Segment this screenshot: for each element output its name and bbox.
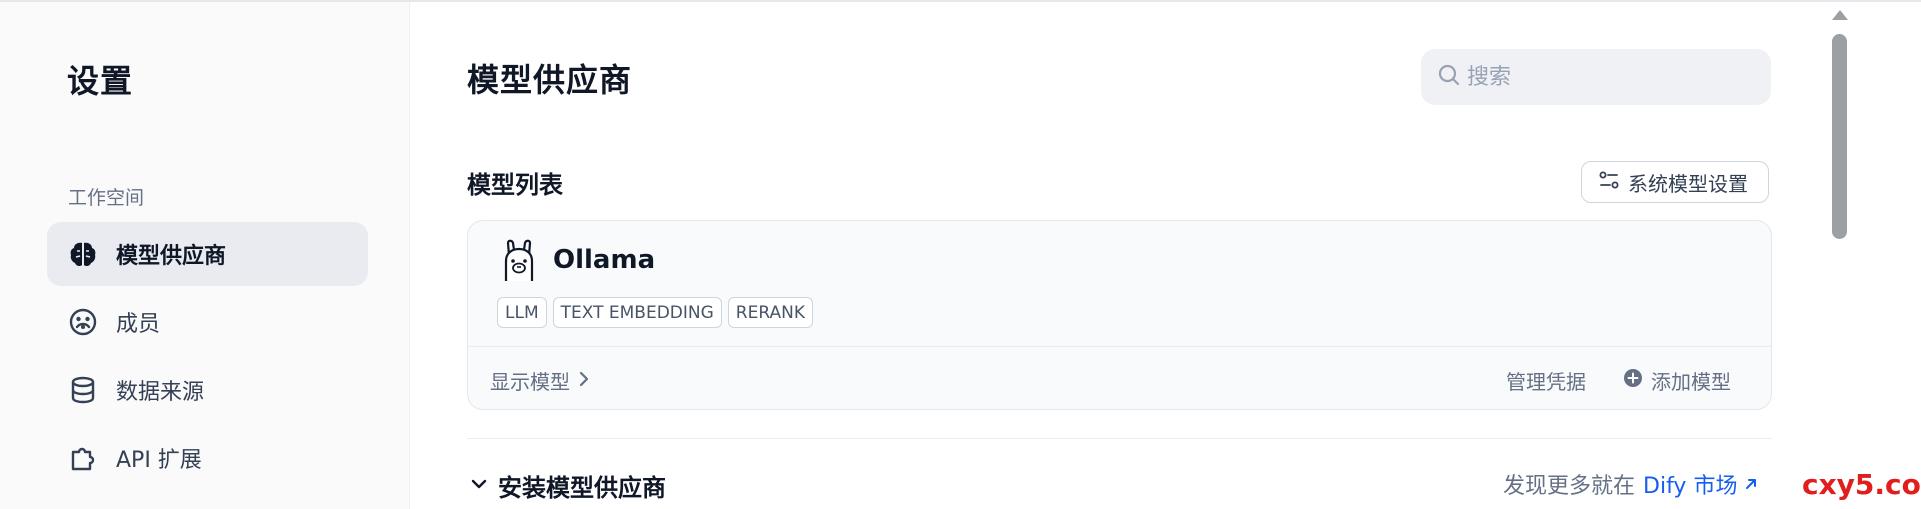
provider-card-ollama: Ollama LLM TEXT EMBEDDING RERANK 显示模型 管理… bbox=[467, 220, 1772, 410]
show-models-button[interactable]: 显示模型 bbox=[490, 366, 590, 395]
install-providers-toggle[interactable]: 安装模型供应商 bbox=[470, 468, 666, 503]
provider-tags: LLM TEXT EMBEDDING RERANK bbox=[497, 297, 813, 328]
ollama-llama-icon bbox=[500, 239, 538, 283]
scroll-up-arrow-icon[interactable] bbox=[1832, 10, 1848, 20]
model-list-title: 模型列表 bbox=[467, 171, 563, 199]
show-models-label: 显示模型 bbox=[490, 370, 570, 394]
add-model-button[interactable]: 添加模型 bbox=[1623, 366, 1731, 395]
provider-card-header: Ollama LLM TEXT EMBEDDING RERANK bbox=[468, 221, 1771, 347]
system-model-settings-button[interactable]: 系统模型设置 bbox=[1581, 161, 1769, 203]
section-divider bbox=[467, 438, 1772, 439]
watermark: cxy5.com bbox=[1802, 468, 1921, 501]
manage-credentials-button[interactable]: 管理凭据 bbox=[1506, 366, 1586, 395]
members-icon bbox=[67, 306, 99, 338]
chevron-right-icon bbox=[578, 369, 590, 393]
chevron-down-icon bbox=[470, 476, 488, 495]
sidebar-item-label: 成员 bbox=[116, 312, 161, 337]
discover-more: 发现更多就在 Dify 市场 bbox=[1503, 468, 1759, 500]
plus-circle-icon bbox=[1623, 368, 1643, 393]
sidebar-item-label: 数据来源 bbox=[116, 380, 205, 405]
sliders-icon bbox=[1598, 169, 1620, 195]
search-input[interactable] bbox=[1467, 64, 1757, 90]
model-type-tag: RERANK bbox=[727, 297, 813, 328]
dify-marketplace-link[interactable]: Dify 市场 bbox=[1643, 468, 1759, 500]
database-icon bbox=[67, 374, 99, 406]
sidebar-item-label: 模型供应商 bbox=[116, 244, 227, 269]
sidebar-item-api-extensions[interactable]: API 扩展 bbox=[47, 426, 368, 490]
arrow-up-right-icon bbox=[1743, 476, 1759, 492]
marketplace-link-label: Dify 市场 bbox=[1643, 474, 1738, 499]
search-icon bbox=[1437, 63, 1461, 91]
sidebar-title: 设置 bbox=[67, 62, 134, 100]
discover-prefix: 发现更多就在 bbox=[1503, 474, 1636, 499]
provider-card-footer: 显示模型 管理凭据 添加模型 bbox=[468, 348, 1771, 409]
sidebar-item-members[interactable]: 成员 bbox=[47, 290, 368, 354]
add-model-label: 添加模型 bbox=[1651, 370, 1731, 394]
page-title: 模型供应商 bbox=[467, 61, 633, 99]
scrollbar-thumb[interactable] bbox=[1832, 34, 1847, 239]
model-type-tag: TEXT EMBEDDING bbox=[552, 297, 722, 328]
sidebar-item-model-providers[interactable]: 模型供应商 bbox=[47, 222, 368, 286]
puzzle-icon bbox=[67, 442, 99, 474]
brain-icon bbox=[67, 238, 99, 270]
sidebar-section-workspace: 工作空间 bbox=[68, 187, 145, 209]
install-providers-title: 安装模型供应商 bbox=[498, 474, 666, 502]
model-type-tag: LLM bbox=[497, 297, 547, 328]
provider-name: Ollama bbox=[553, 245, 656, 275]
sidebar-item-label: API 扩展 bbox=[116, 448, 202, 473]
system-model-settings-label: 系统模型设置 bbox=[1628, 171, 1748, 196]
sidebar-item-data-sources[interactable]: 数据来源 bbox=[47, 358, 368, 422]
settings-sidebar: 设置 工作空间 模型供应商 成员 数据来源 API 扩展 bbox=[0, 2, 410, 509]
search-box[interactable] bbox=[1421, 49, 1771, 105]
